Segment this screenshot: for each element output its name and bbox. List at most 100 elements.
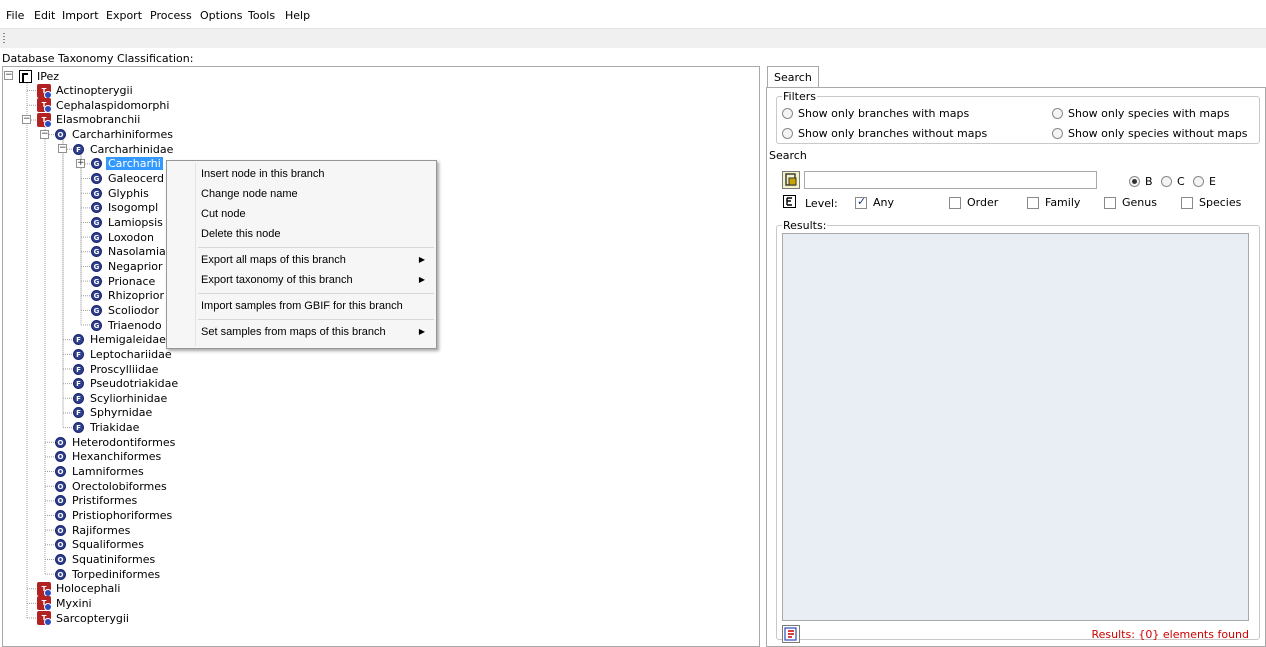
- level-any-checkbox[interactable]: [855, 195, 867, 209]
- filter-branches-without-maps[interactable]: Show only branches without maps: [782, 127, 987, 140]
- tree-node-label: Nasolamia: [108, 245, 166, 259]
- level-genus[interactable]: Genus: [1104, 196, 1157, 209]
- level-order[interactable]: Order: [949, 196, 998, 209]
- export-results-button[interactable]: [782, 625, 800, 643]
- context-menu-item[interactable]: Delete this node: [170, 224, 433, 244]
- toolbar-grip[interactable]: [3, 33, 5, 45]
- search-run-button[interactable]: [782, 171, 800, 189]
- mode-radio-c[interactable]: [1161, 176, 1172, 187]
- level-any[interactable]: Any: [855, 195, 894, 209]
- tree-node[interactable]: − T Elasmobranchii: [22, 112, 142, 128]
- tree-node[interactable]: F Pseudotriakidae: [73, 377, 180, 391]
- mode-radio-b[interactable]: [1129, 176, 1140, 187]
- tree-node[interactable]: G Lamiopsis: [91, 216, 165, 230]
- context-menu-item-label: Cut node: [201, 208, 246, 220]
- tree-node[interactable]: G Rhizoprior: [91, 289, 166, 303]
- tree-node[interactable]: O Pristiophoriformes: [55, 509, 174, 523]
- tree-node[interactable]: F Triakidae: [73, 421, 141, 435]
- tree-node[interactable]: T Holocephali: [37, 581, 122, 597]
- filter-branches-with-maps[interactable]: Show only branches with maps: [782, 107, 969, 120]
- tree-node[interactable]: G Nasolamia: [91, 245, 168, 259]
- tree-node[interactable]: − F Carcharhinidae: [58, 142, 175, 156]
- tree-node[interactable]: F Scyliorhinidae: [73, 391, 169, 405]
- tree-node[interactable]: G Loxodon: [91, 230, 156, 244]
- tree-node-label: Hemigaleidae: [90, 333, 166, 347]
- context-menu-item[interactable]: Cut node: [170, 204, 433, 224]
- tree-node[interactable]: − IPez: [4, 69, 61, 83]
- filter-radio[interactable]: [1052, 128, 1063, 139]
- menu-export[interactable]: Export: [106, 9, 142, 22]
- tree-node[interactable]: F Sphyrnidae: [73, 406, 154, 420]
- tree-node[interactable]: G Isogompl: [91, 201, 160, 215]
- tree-node[interactable]: O Squatiniformes: [55, 552, 157, 566]
- tree-node[interactable]: T Cephalaspidomorphi: [37, 98, 171, 114]
- level-family[interactable]: Family: [1027, 196, 1080, 209]
- collapse-icon[interactable]: −: [4, 71, 13, 80]
- tree-node[interactable]: G Scoliodor: [91, 303, 161, 317]
- level-order-checkbox[interactable]: [949, 196, 961, 209]
- tab-search[interactable]: Search: [767, 66, 819, 88]
- results-list[interactable]: [782, 233, 1249, 621]
- menu-process[interactable]: Process: [150, 9, 192, 22]
- tree-node-label: Triakidae: [90, 421, 140, 435]
- mode-label-c: C: [1177, 175, 1185, 188]
- tree-node[interactable]: O Hexanchiformes: [55, 450, 163, 464]
- tree-node[interactable]: F Hemigaleidae: [73, 333, 168, 347]
- level-genus-checkbox[interactable]: [1104, 196, 1116, 209]
- filter-species-without-maps[interactable]: Show only species without maps: [1052, 127, 1248, 140]
- level-species-checkbox[interactable]: [1181, 196, 1193, 209]
- mode-radio-e[interactable]: [1193, 176, 1204, 187]
- tree-node[interactable]: G Galeocerd: [91, 172, 166, 186]
- menu-tools[interactable]: Tools: [248, 9, 275, 22]
- search-input[interactable]: [804, 171, 1097, 189]
- tree-node[interactable]: F Leptochariidae: [73, 347, 174, 361]
- tree-node[interactable]: G Glyphis: [91, 186, 151, 200]
- tree-node[interactable]: G Negaprior: [91, 259, 165, 273]
- level-family-checkbox[interactable]: [1027, 196, 1039, 209]
- tree-node-label: Hexanchiformes: [72, 450, 162, 464]
- mode-option-b[interactable]: B: [1129, 175, 1153, 188]
- level-species[interactable]: Species: [1181, 196, 1241, 209]
- expand-icon[interactable]: +: [76, 158, 85, 168]
- menu-options[interactable]: Options: [200, 9, 242, 22]
- tree-node[interactable]: T Actinopterygii: [37, 83, 135, 99]
- menu-edit[interactable]: Edit: [34, 9, 55, 22]
- filter-radio[interactable]: [782, 128, 793, 139]
- mode-option-e[interactable]: E: [1193, 175, 1216, 188]
- tree-node[interactable]: O Squaliformes: [55, 538, 146, 552]
- tree-node[interactable]: T Myxini: [37, 596, 94, 612]
- tree-node[interactable]: G Prionace: [91, 274, 157, 288]
- context-menu-item[interactable]: Export all maps of this branch ▶: [170, 250, 433, 270]
- order-rank-icon: O: [55, 129, 66, 141]
- context-menu-item[interactable]: Insert node in this branch: [170, 164, 433, 184]
- mode-option-c[interactable]: C: [1161, 175, 1185, 188]
- menu-import[interactable]: Import: [62, 9, 99, 22]
- tree-node[interactable]: G Triaenodo: [91, 318, 164, 332]
- tree-node[interactable]: O Heterodontiformes: [55, 435, 177, 449]
- context-menu-item[interactable]: Set samples from maps of this branch ▶: [170, 322, 433, 342]
- collapse-icon[interactable]: −: [40, 129, 49, 139]
- context-menu-item[interactable]: Import samples from GBIF for this branch: [170, 296, 433, 316]
- tree-node[interactable]: O Torpediniformes: [55, 567, 162, 581]
- context-menu-item[interactable]: Export taxonomy of this branch ▶: [170, 270, 433, 290]
- tree-node[interactable]: + G Carcharhi: [76, 157, 163, 171]
- collapse-icon[interactable]: −: [22, 114, 31, 124]
- tree-node[interactable]: − O Carcharhiniformes: [40, 128, 175, 142]
- filter-species-with-maps[interactable]: Show only species with maps: [1052, 107, 1230, 120]
- taxonomy-tree[interactable]: − IPez T Actinopterygii T Cephalaspidomorphi −…: [2, 66, 760, 647]
- filter-label: Show only branches without maps: [798, 127, 988, 140]
- context-menu-item[interactable]: Change node name: [170, 184, 433, 204]
- tree-node[interactable]: O Orectolobiformes: [55, 479, 169, 493]
- filter-radio[interactable]: [782, 108, 793, 119]
- tree-node[interactable]: O Pristiformes: [55, 494, 139, 508]
- tree-node[interactable]: O Rajiformes: [55, 523, 132, 537]
- tree-node-label: Pristiophoriformes: [72, 509, 173, 522]
- collapse-icon[interactable]: −: [58, 144, 67, 154]
- tree-node[interactable]: O Lamniformes: [55, 465, 146, 479]
- tree-node[interactable]: T Sarcopterygii: [37, 611, 131, 627]
- filter-radio[interactable]: [1052, 108, 1063, 119]
- tree-node-label: Prionace: [108, 274, 156, 288]
- tree-node[interactable]: F Proscylliidae: [73, 362, 160, 376]
- menu-help[interactable]: Help: [285, 9, 310, 22]
- menu-file[interactable]: File: [6, 9, 24, 22]
